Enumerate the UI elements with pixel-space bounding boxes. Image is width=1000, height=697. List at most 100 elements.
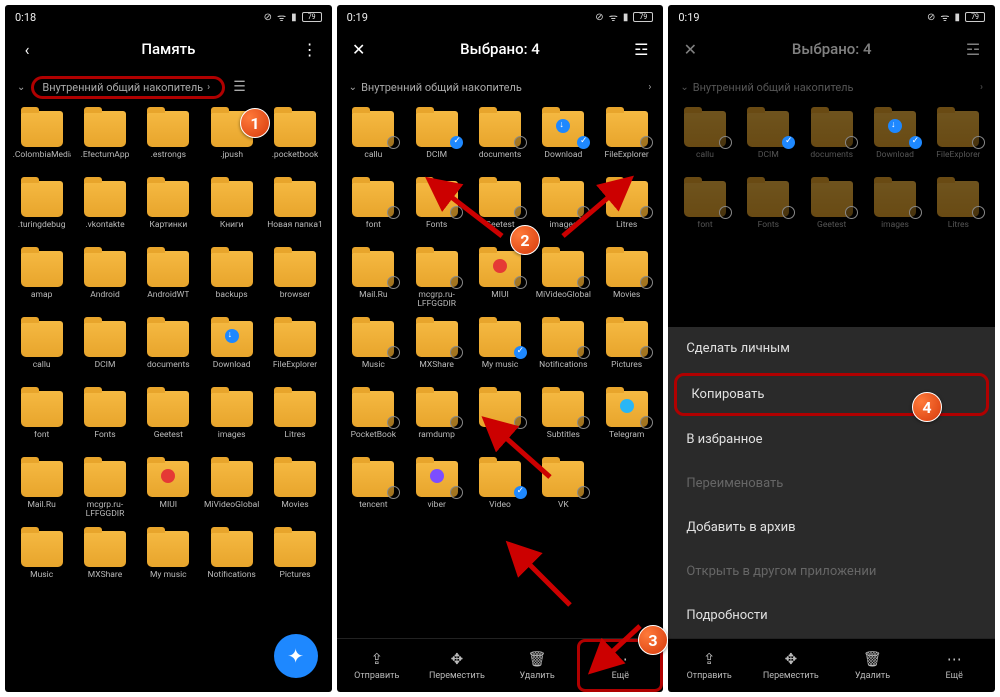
send-button[interactable]: ⇪Отправить xyxy=(337,639,417,692)
folder-item[interactable]: callu xyxy=(11,315,72,381)
folder-item[interactable]: Movies xyxy=(596,245,657,311)
folder-item[interactable]: Download xyxy=(201,315,262,381)
folder-item[interactable]: Video xyxy=(469,455,530,521)
folder-item[interactable]: images xyxy=(864,175,925,241)
selection-checkbox[interactable] xyxy=(387,346,400,359)
folder-item[interactable]: Geetest xyxy=(801,175,862,241)
folder-item[interactable]: ramdump xyxy=(406,385,467,451)
selection-checkbox[interactable] xyxy=(972,206,985,219)
folder-item[interactable]: MIUI xyxy=(469,245,530,311)
folder-item[interactable]: backups xyxy=(201,245,262,311)
selection-checkbox[interactable] xyxy=(577,206,590,219)
selection-checkbox[interactable] xyxy=(450,346,463,359)
breadcrumb-text[interactable]: Внутренний общий накопитель xyxy=(361,81,644,94)
folder-grid[interactable]: calluDCIMdocumentsDownloadFileExplorerfo… xyxy=(337,105,664,638)
folder-item[interactable]: .ColombiaMedia xyxy=(11,105,72,171)
selection-checkbox[interactable] xyxy=(640,206,653,219)
menu-copy[interactable]: Копировать xyxy=(674,373,989,416)
folder-item[interactable]: Fonts xyxy=(74,385,135,451)
selection-checkbox[interactable] xyxy=(640,276,653,289)
folder-item[interactable]: Pictures xyxy=(596,315,657,381)
selection-checkbox[interactable] xyxy=(514,416,527,429)
selection-checkbox[interactable] xyxy=(640,136,653,149)
selection-checkbox[interactable] xyxy=(514,276,527,289)
close-icon[interactable]: ✕ xyxy=(680,40,700,59)
folder-item[interactable]: callu xyxy=(674,105,735,171)
selection-checkbox[interactable] xyxy=(577,136,590,149)
selection-checkbox[interactable] xyxy=(450,486,463,499)
folder-item[interactable]: viber xyxy=(406,455,467,521)
folder-item[interactable]: VK xyxy=(533,455,594,521)
folder-grid[interactable]: .ColombiaMedia.EfectumApp.estrongs.jpush… xyxy=(5,105,332,692)
folder-item[interactable]: mcgrp.ru-LFFGGDIR xyxy=(74,455,135,521)
folder-item[interactable]: .EfectumApp xyxy=(74,105,135,171)
selection-checkbox[interactable] xyxy=(387,206,400,219)
folder-item[interactable]: FileExplorer xyxy=(264,315,325,381)
selection-checkbox[interactable] xyxy=(387,416,400,429)
breadcrumb-bar[interactable]: ⌄ Внутренний общий накопитель › ☰ xyxy=(5,69,332,105)
selection-checkbox[interactable] xyxy=(782,206,795,219)
folder-item[interactable]: Новая папка1 xyxy=(264,175,325,241)
selection-checkbox[interactable] xyxy=(909,136,922,149)
folder-item[interactable]: Pictures xyxy=(264,525,325,591)
folder-item[interactable]: My music xyxy=(138,525,199,591)
breadcrumb-text[interactable]: Внутренний общий накопитель xyxy=(42,81,203,94)
delete-button[interactable]: 🗑Удалить xyxy=(497,639,577,692)
folder-item[interactable]: PocketBook xyxy=(343,385,404,451)
selection-checkbox[interactable] xyxy=(577,416,590,429)
folder-item[interactable]: images xyxy=(201,385,262,451)
folder-item[interactable]: mcgrp.ru-LFFGGDIR xyxy=(406,245,467,311)
folder-item[interactable]: font xyxy=(11,385,72,451)
folder-item[interactable]: FileExplorer xyxy=(596,105,657,171)
folder-item[interactable]: Книги xyxy=(201,175,262,241)
folder-item[interactable]: Notifications xyxy=(533,315,594,381)
breadcrumb-text[interactable]: Внутренний общий накопитель xyxy=(693,81,976,94)
selection-checkbox[interactable] xyxy=(845,136,858,149)
selection-checkbox[interactable] xyxy=(782,136,795,149)
folder-item[interactable]: MiVideoGlobal xyxy=(201,455,262,521)
selection-checkbox[interactable] xyxy=(387,136,400,149)
folder-item[interactable]: Картинки xyxy=(138,175,199,241)
folder-item[interactable]: Movies xyxy=(264,455,325,521)
folder-item[interactable]: MIUI xyxy=(138,455,199,521)
folder-item[interactable]: MXShare xyxy=(74,525,135,591)
folder-item[interactable]: Spdc xyxy=(469,385,530,451)
move-button[interactable]: ✥Переместить xyxy=(417,639,497,692)
folder-item[interactable]: Music xyxy=(343,315,404,381)
selection-checkbox[interactable] xyxy=(909,206,922,219)
close-icon[interactable]: ✕ xyxy=(349,40,369,59)
folder-item[interactable]: FileExplorer xyxy=(928,105,989,171)
menu-favorite[interactable]: В избранное xyxy=(668,418,995,462)
folder-item[interactable]: Litres xyxy=(928,175,989,241)
folder-item[interactable]: Notifications xyxy=(201,525,262,591)
folder-item[interactable]: documents xyxy=(801,105,862,171)
selection-checkbox[interactable] xyxy=(640,346,653,359)
selection-checkbox[interactable] xyxy=(514,206,527,219)
breadcrumb-bar[interactable]: ⌄ Внутренний общий накопитель › xyxy=(668,69,995,105)
menu-icon[interactable]: ⋮ xyxy=(300,40,320,59)
selection-checkbox[interactable] xyxy=(577,486,590,499)
selection-checkbox[interactable] xyxy=(577,346,590,359)
folder-item[interactable]: Download xyxy=(864,105,925,171)
selection-checkbox[interactable] xyxy=(845,206,858,219)
folder-item[interactable]: MiVideoGlobal xyxy=(533,245,594,311)
folder-item[interactable]: AndroidWT xyxy=(138,245,199,311)
selection-checkbox[interactable] xyxy=(719,206,732,219)
folder-item[interactable]: DCIM xyxy=(74,315,135,381)
folder-item[interactable]: amap xyxy=(11,245,72,311)
more-button[interactable]: ⋯Ещё xyxy=(913,639,995,692)
selection-checkbox[interactable] xyxy=(972,136,985,149)
folder-item[interactable]: My music xyxy=(469,315,530,381)
menu-archive[interactable]: Добавить в архив xyxy=(668,506,995,550)
selection-checkbox[interactable] xyxy=(577,276,590,289)
selection-checkbox[interactable] xyxy=(387,276,400,289)
selection-checkbox[interactable] xyxy=(514,486,527,499)
selection-checkbox[interactable] xyxy=(387,486,400,499)
move-button[interactable]: ✥Переместить xyxy=(750,639,832,692)
folder-item[interactable]: .pocketbook xyxy=(264,105,325,171)
folder-item[interactable]: documents xyxy=(138,315,199,381)
selection-checkbox[interactable] xyxy=(450,416,463,429)
folder-item[interactable]: .vkontakte xyxy=(74,175,135,241)
folder-item[interactable]: Subtitles xyxy=(533,385,594,451)
selection-checkbox[interactable] xyxy=(450,276,463,289)
